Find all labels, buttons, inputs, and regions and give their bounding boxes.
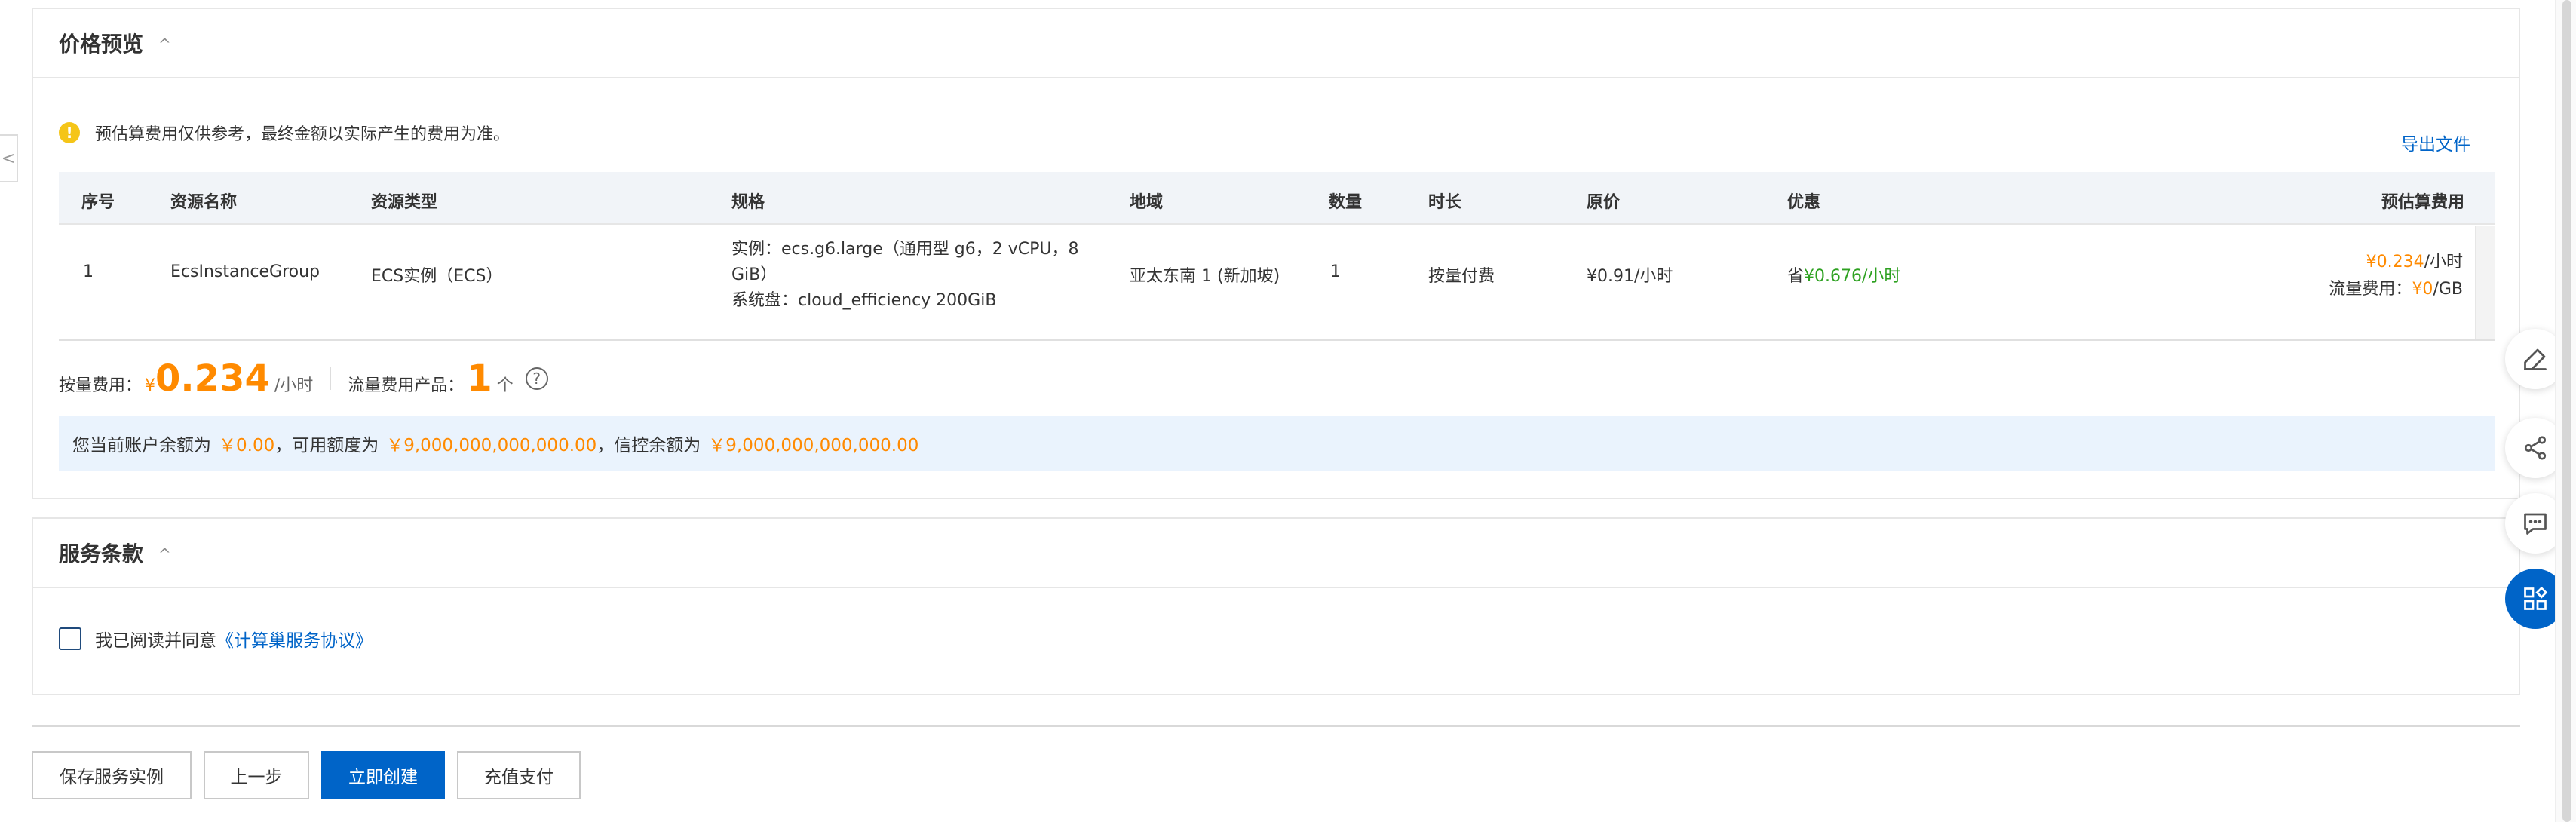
- account-balance-bar: 您当前账户余额为 ￥0.00 ，可用额度为 ￥9,000,000,000,000…: [59, 416, 2495, 471]
- spec-disk-line: 系统盘：cloud_efficiency 200GiB: [731, 291, 997, 310]
- traffic-product-label: 流量费用产品：: [348, 376, 465, 395]
- table-header-row: 序号 资源名称 资源类型 规格 地域 数量 时长 原价 优惠 预估算费用: [59, 172, 2495, 225]
- column-header-estimate: 预估算费用: [2381, 193, 2464, 212]
- warning-icon: !: [59, 122, 80, 143]
- previous-step-button[interactable]: 上一步: [204, 751, 309, 799]
- currency-symbol: ¥: [145, 376, 156, 395]
- service-terms-header[interactable]: 服务条款 ^: [33, 519, 2519, 588]
- column-header-original-price: 原价: [1587, 193, 1621, 212]
- spec-instance-line: 实例：ecs.g6.large（通用型 g6，2 vCPU，8: [731, 240, 1079, 259]
- credit-label: ，信控余额为: [596, 436, 701, 455]
- agree-checkbox[interactable]: [59, 627, 81, 650]
- fee-summary: 按量费用： ¥ 0.234 /小时 流量费用产品： 1 个 ?: [59, 357, 548, 400]
- column-header-resource-type: 资源类型: [371, 193, 438, 212]
- estimate-line: ¥0.234/小时: [2329, 249, 2463, 276]
- discount-prefix: 省: [1787, 267, 1805, 286]
- cell-spec: 实例：ecs.g6.large（通用型 g6，2 vCPU，8 GiB） 系统盘…: [731, 237, 1079, 314]
- available-value: ￥9,000,000,000,000.00: [386, 436, 597, 455]
- chevron-left-icon: <: [1, 149, 16, 168]
- price-table: 序号 资源名称 资源类型 规格 地域 数量 时长 原价 优惠 预估算费用 1 E…: [59, 172, 2495, 341]
- cell-index: 1: [83, 262, 94, 281]
- cell-region: 亚太东南 1 (新加坡): [1130, 267, 1280, 286]
- traffic-value: ¥0: [2412, 280, 2433, 299]
- footer-divider: [32, 725, 2520, 727]
- save-service-instance-button[interactable]: 保存服务实例: [32, 751, 192, 799]
- estimate-unit: /小时: [2424, 253, 2463, 271]
- estimate-notice: ! 预估算费用仅供参考，最终金额以实际产生的费用为准。: [59, 121, 510, 145]
- apps-icon: [2524, 586, 2548, 610]
- discount-value: ¥0.676/小时: [1804, 267, 1901, 286]
- table-scrollbar[interactable]: [2475, 226, 2495, 339]
- chevron-up-icon[interactable]: ^: [158, 545, 171, 563]
- column-header-region: 地域: [1130, 193, 1164, 212]
- traffic-product-unit: 个: [496, 376, 514, 395]
- price-preview-panel: 价格预览 ^ ! 预估算费用仅供参考，最终金额以实际产生的费用为准。 导出文件 …: [32, 8, 2520, 499]
- credit-value: ￥9,000,000,000,000.00: [708, 436, 919, 455]
- agreement-row: 我已阅读并同意 《计算巢服务协议》: [59, 626, 373, 652]
- service-terms-title: 服务条款: [59, 541, 144, 566]
- help-icon[interactable]: ?: [525, 367, 548, 390]
- traffic-line: 流量费用：¥0/GB: [2329, 276, 2463, 303]
- balance-prefix: 您当前账户余额为: [72, 436, 211, 455]
- service-agreement-link[interactable]: 《计算巢服务协议》: [216, 626, 373, 652]
- cell-quantity: 1: [1330, 262, 1341, 281]
- cell-resource-type: ECS实例（ECS）: [371, 267, 503, 286]
- traffic-label: 流量费用：: [2329, 280, 2412, 299]
- service-terms-panel: 服务条款 ^ 我已阅读并同意 《计算巢服务协议》: [32, 517, 2520, 695]
- column-header-duration: 时长: [1428, 193, 1462, 212]
- column-header-spec: 规格: [731, 193, 765, 212]
- page-scrollbar-thumb[interactable]: [2562, 0, 2571, 822]
- traffic-product-count: 1: [467, 357, 492, 400]
- price-preview-title: 价格预览: [59, 32, 144, 57]
- create-now-button[interactable]: 立即创建: [321, 751, 445, 799]
- cell-resource-name: EcsInstanceGroup: [170, 262, 320, 281]
- share-icon: [2524, 436, 2547, 460]
- price-preview-header[interactable]: 价格预览 ^: [33, 9, 2519, 78]
- cell-original-price: ¥0.91/小时: [1587, 267, 1673, 286]
- pay-as-you-go-amount: 0.234: [155, 357, 270, 400]
- spec-instance-line-cont: GiB）: [731, 265, 777, 284]
- notice-text: 预估算费用仅供参考，最终金额以实际产生的费用为准。: [95, 125, 511, 144]
- sidebar-collapse-handle[interactable]: <: [0, 134, 18, 182]
- recharge-pay-button[interactable]: 充值支付: [457, 751, 581, 799]
- edit-icon: [2524, 348, 2547, 370]
- table-row: 1 EcsInstanceGroup ECS实例（ECS） 实例：ecs.g6.…: [59, 225, 2495, 338]
- pay-as-you-go-unit: /小时: [274, 376, 314, 395]
- available-label: ，可用额度为: [274, 436, 379, 455]
- agree-text: 我已阅读并同意: [95, 631, 216, 651]
- summary-divider: [330, 367, 332, 390]
- column-header-quantity: 数量: [1329, 193, 1363, 212]
- cell-duration: 按量付费: [1428, 267, 1495, 286]
- column-header-discount: 优惠: [1787, 193, 1821, 212]
- column-header-resource-name: 资源名称: [170, 193, 238, 212]
- traffic-unit: /GB: [2433, 280, 2463, 299]
- estimate-value: ¥0.234: [2366, 253, 2424, 271]
- page-scrollbar[interactable]: [2555, 0, 2576, 822]
- balance-value: ￥0.00: [219, 436, 275, 455]
- export-file-link[interactable]: 导出文件: [2401, 130, 2470, 155]
- pay-as-you-go-label: 按量费用：: [59, 376, 143, 395]
- cell-estimate: ¥0.234/小时 流量费用：¥0/GB: [2329, 249, 2463, 303]
- chevron-up-icon[interactable]: ^: [158, 35, 171, 54]
- cell-discount: 省¥0.676/小时: [1787, 262, 1900, 287]
- column-header-index: 序号: [81, 193, 115, 212]
- chat-icon: [2524, 513, 2547, 535]
